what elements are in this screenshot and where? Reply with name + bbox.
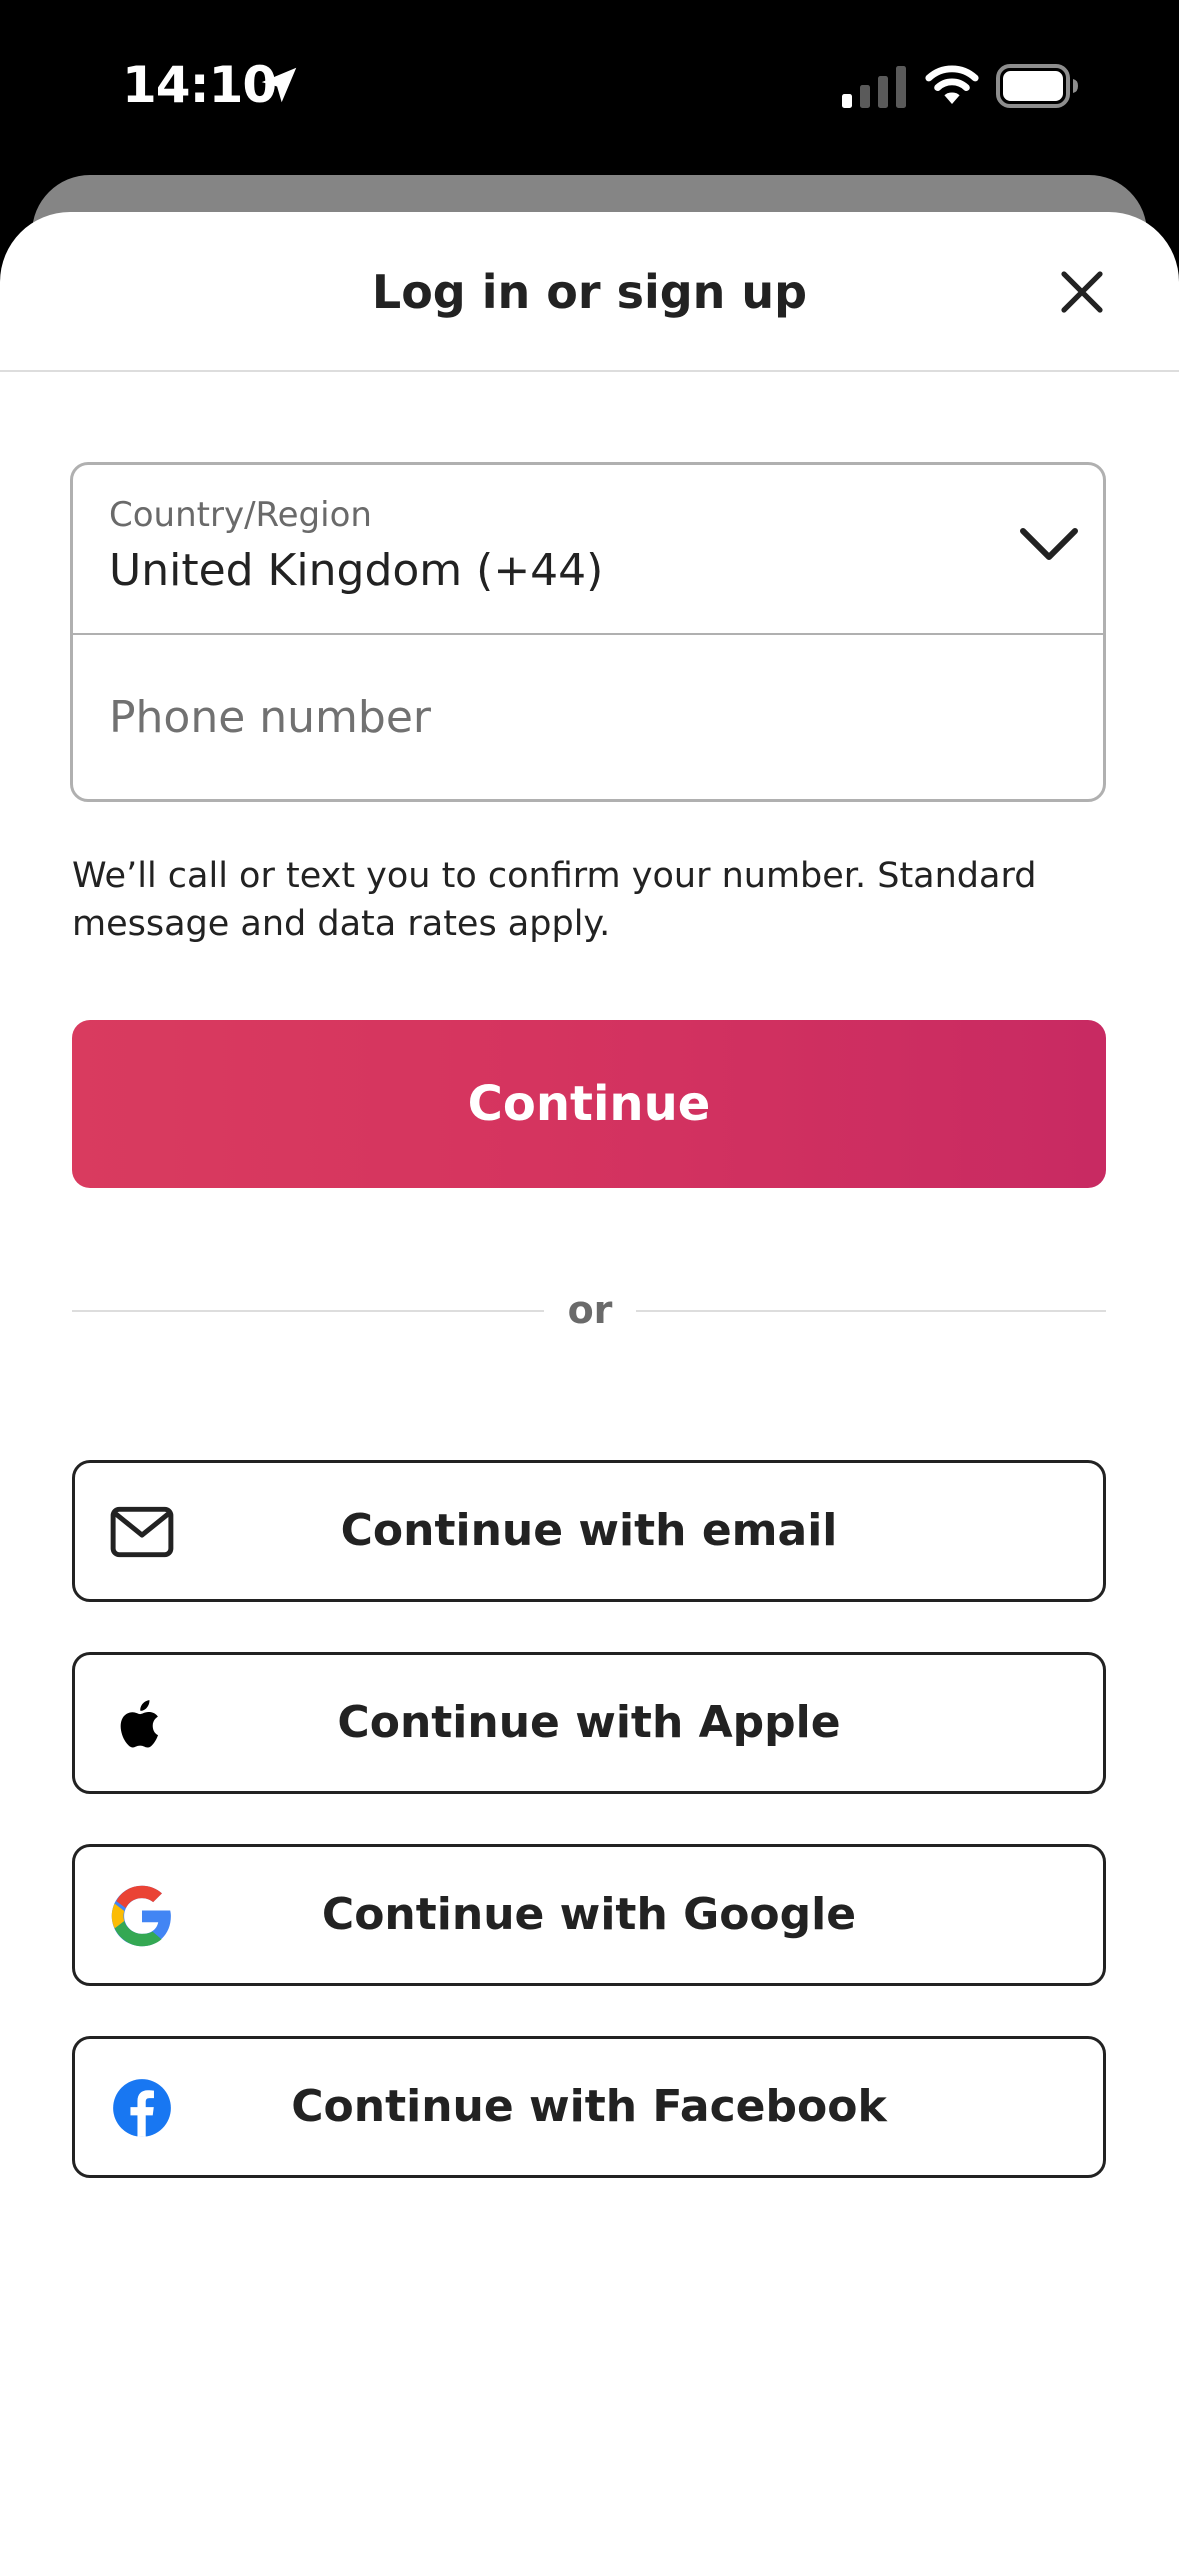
phone-field-group: Country/Region United Kingdom (+44) bbox=[70, 462, 1106, 802]
divider-line-left bbox=[72, 1310, 544, 1312]
continue-button[interactable]: Continue bbox=[72, 1020, 1106, 1188]
chevron-down-icon bbox=[1020, 528, 1078, 560]
continue-with-apple-label: Continue with Apple bbox=[337, 1697, 841, 1748]
login-sheet: Log in or sign up Country/Region United … bbox=[0, 212, 1179, 2556]
continue-with-email-label: Continue with email bbox=[340, 1505, 838, 1556]
phone-number-input[interactable] bbox=[73, 635, 1103, 799]
divider-or: or bbox=[567, 1288, 613, 1332]
country-region-label: Country/Region bbox=[109, 495, 372, 535]
status-time: 14:10 bbox=[122, 56, 277, 114]
divider-line-right bbox=[636, 1310, 1106, 1312]
status-bar: 14:10 bbox=[0, 0, 1179, 175]
continue-with-facebook-button[interactable]: Continue with Facebook bbox=[72, 2036, 1106, 2178]
battery-icon bbox=[996, 64, 1078, 108]
close-icon[interactable] bbox=[1052, 262, 1112, 322]
location-arrow-icon bbox=[261, 67, 297, 103]
sheet-title: Log in or sign up bbox=[371, 265, 808, 319]
wifi-icon bbox=[925, 65, 979, 104]
confirmation-disclaimer: We’ll call or text you to confirm your n… bbox=[72, 856, 1037, 944]
continue-with-email-button[interactable]: Continue with email bbox=[72, 1460, 1106, 1602]
sheet-header: Log in or sign up bbox=[0, 212, 1179, 372]
continue-with-apple-button[interactable]: Continue with Apple bbox=[72, 1652, 1106, 1794]
country-region-value: United Kingdom (+44) bbox=[109, 545, 604, 596]
cellular-signal-icon bbox=[842, 66, 906, 108]
continue-with-google-button[interactable]: Continue with Google bbox=[72, 1844, 1106, 1986]
country-region-select[interactable]: Country/Region United Kingdom (+44) bbox=[73, 465, 1103, 635]
continue-with-google-label: Continue with Google bbox=[321, 1889, 857, 1940]
continue-with-facebook-label: Continue with Facebook bbox=[291, 2081, 887, 2132]
